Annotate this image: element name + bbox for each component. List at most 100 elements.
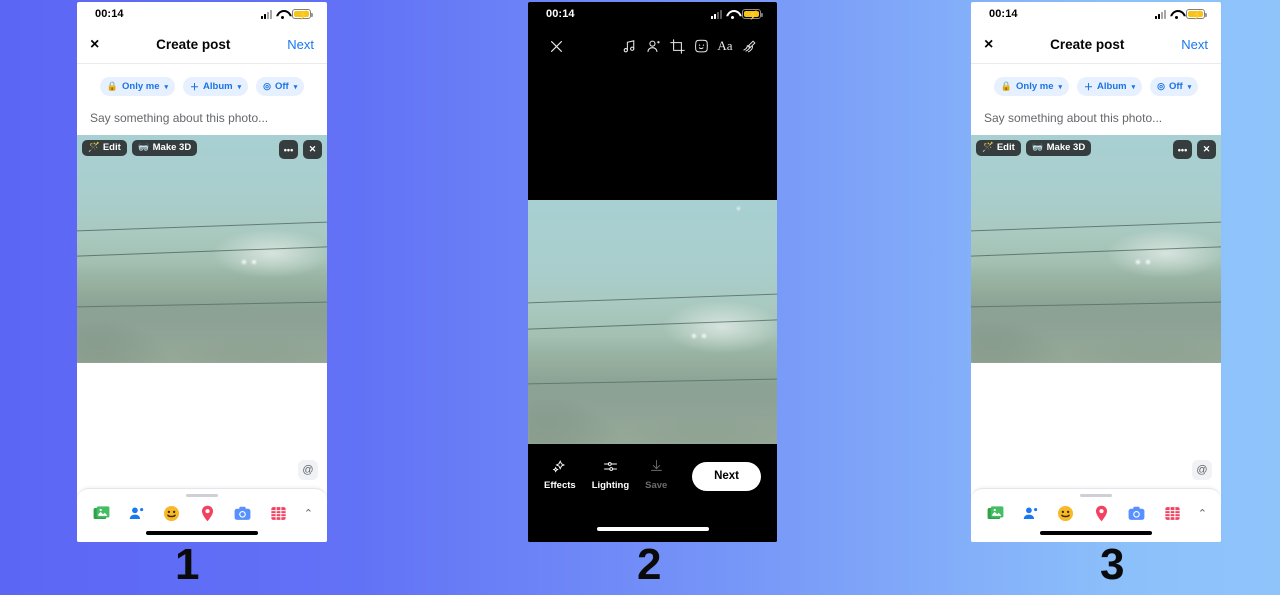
photo-left-actions: 🪄 Edit 🥽 Make 3D	[976, 140, 1092, 156]
make-3d-button[interactable]: 🥽 Make 3D	[1025, 140, 1092, 156]
battery-charging-icon: ⚡	[292, 9, 313, 20]
tabbar-row: ⌃	[971, 503, 1221, 531]
chevron-down-icon: ▾	[164, 83, 169, 91]
lighting-label: Lighting	[591, 480, 630, 491]
timer-icon: ◎	[263, 81, 271, 91]
tabbar-row: ⌃	[77, 503, 327, 531]
edit-label: Edit	[102, 142, 121, 153]
make-3d-label: Make 3D	[152, 142, 192, 153]
status-bar: 00:14 ⚡	[528, 2, 777, 26]
composer-placeholder: Say something about this photo...	[90, 111, 269, 125]
chevron-down-icon: ▾	[1131, 83, 1136, 91]
screenshot-stage: 00:14 ⚡ × Create post Next 🔒 Only me ▾ ＋	[0, 0, 1280, 595]
music-icon[interactable]	[617, 38, 641, 55]
vr-goggles-icon: 🥽	[137, 142, 150, 153]
photo-right-actions: ••• ✕	[279, 140, 322, 159]
step-number-1: 1	[175, 540, 200, 589]
chip-timer-label: Off	[1168, 81, 1183, 92]
signal-icon	[711, 9, 722, 19]
battery-charging-icon: ⚡	[742, 9, 763, 20]
composer[interactable]: Say something about this photo...	[971, 105, 1221, 135]
status-clock: 00:14	[546, 8, 575, 20]
signal-icon	[261, 9, 272, 19]
lighting-button[interactable]: Lighting	[592, 458, 629, 491]
close-icon[interactable]	[544, 38, 568, 55]
navbar: × Create post Next	[971, 26, 1221, 64]
vr-goggles-icon: 🥽	[1031, 142, 1044, 153]
mention-button[interactable]: @	[298, 460, 318, 480]
chip-privacy[interactable]: 🔒 Only me ▾	[993, 77, 1070, 96]
page-title: Create post	[1050, 37, 1125, 52]
close-icon[interactable]: ×	[90, 36, 99, 53]
location-icon[interactable]	[197, 503, 217, 523]
composer[interactable]: Say something about this photo...	[77, 105, 327, 135]
feeling-icon[interactable]	[162, 503, 182, 523]
more-options-icon[interactable]: •••	[279, 140, 298, 159]
edit-button[interactable]: 🪄 Edit	[82, 140, 127, 156]
photos-icon[interactable]	[985, 503, 1005, 523]
battery-charging-icon: ⚡	[1186, 9, 1207, 20]
editor-actions-row: Effects Lighting Save Next	[528, 444, 777, 491]
text-icon[interactable]: Aa	[713, 38, 737, 54]
expand-chevron-icon[interactable]: ⌃	[1198, 507, 1207, 520]
page-title: Create post	[156, 37, 231, 52]
chip-album[interactable]: ＋ Album ▾	[1077, 77, 1143, 96]
sheet-grabber[interactable]	[1080, 494, 1112, 497]
chip-timer[interactable]: ◎ Off ▾	[256, 77, 305, 96]
mention-button[interactable]: @	[1192, 460, 1212, 480]
editor-toolbar: Aa	[528, 26, 777, 66]
next-button[interactable]: Next	[1181, 37, 1208, 52]
audience-chip-row: 🔒 Only me ▾ ＋ Album ▾ ◎ Off ▾	[971, 64, 1221, 105]
crop-icon[interactable]	[665, 38, 689, 55]
photo-attachment[interactable]: 🪄 Edit 🥽 Make 3D ••• ✕	[77, 135, 327, 363]
photo-right-actions: ••• ✕	[1173, 140, 1216, 159]
chip-privacy[interactable]: 🔒 Only me ▾	[99, 77, 176, 96]
scroll-spacer	[971, 363, 1221, 483]
remove-photo-icon[interactable]: ✕	[1197, 140, 1216, 159]
remove-photo-icon[interactable]: ✕	[303, 140, 322, 159]
chevron-down-icon: ▾	[1187, 83, 1192, 91]
photo-image	[528, 200, 777, 444]
wifi-icon	[726, 10, 738, 19]
status-indicators: ⚡	[711, 9, 763, 20]
download-icon	[650, 460, 662, 471]
chip-album-label: Album	[203, 81, 233, 92]
tag-people-icon[interactable]	[1020, 503, 1040, 523]
photos-icon[interactable]	[91, 503, 111, 523]
camera-icon[interactable]	[233, 503, 253, 523]
gif-icon[interactable]	[1162, 503, 1182, 523]
step-number-3: 3	[1100, 540, 1125, 589]
chip-album-label: Album	[1097, 81, 1127, 92]
location-icon[interactable]	[1091, 503, 1111, 523]
chevron-down-icon: ▾	[293, 83, 298, 91]
sticker-icon[interactable]	[689, 38, 713, 55]
edit-button[interactable]: 🪄 Edit	[976, 140, 1021, 156]
tag-people-icon[interactable]	[126, 503, 146, 523]
chevron-down-icon: ▾	[237, 83, 242, 91]
doodle-icon[interactable]	[737, 38, 761, 55]
feeling-icon[interactable]	[1056, 503, 1076, 523]
editor-canvas[interactable]: Effects Lighting Save Next	[528, 66, 777, 542]
chip-privacy-label: Only me	[122, 81, 160, 92]
save-button[interactable]: Save	[645, 458, 667, 491]
effects-button[interactable]: Effects	[544, 458, 576, 491]
save-label: Save	[645, 480, 668, 491]
status-bar: 00:14 ⚡	[77, 2, 327, 26]
more-options-icon[interactable]: •••	[1173, 140, 1192, 159]
make-3d-button[interactable]: 🥽 Make 3D	[131, 140, 198, 156]
phone-panel-3: 00:14 ⚡ × Create post Next 🔒 Only me ▾ ＋	[971, 2, 1221, 542]
scroll-spacer	[77, 363, 327, 483]
phone-panel-1: 00:14 ⚡ × Create post Next 🔒 Only me ▾ ＋	[77, 2, 327, 542]
tag-person-icon[interactable]	[641, 38, 665, 55]
expand-chevron-icon[interactable]: ⌃	[304, 507, 313, 520]
sheet-grabber[interactable]	[186, 494, 218, 497]
close-icon[interactable]: ×	[984, 36, 993, 53]
editor-next-button[interactable]: Next	[692, 461, 761, 491]
photo-attachment[interactable]: 🪄 Edit 🥽 Make 3D ••• ✕	[971, 135, 1221, 363]
chip-timer[interactable]: ◎ Off ▾	[1150, 77, 1199, 96]
gif-icon[interactable]	[268, 503, 288, 523]
effects-label: Effects	[544, 480, 576, 491]
chip-album[interactable]: ＋ Album ▾	[183, 77, 249, 96]
next-button[interactable]: Next	[287, 37, 314, 52]
camera-icon[interactable]	[1127, 503, 1147, 523]
